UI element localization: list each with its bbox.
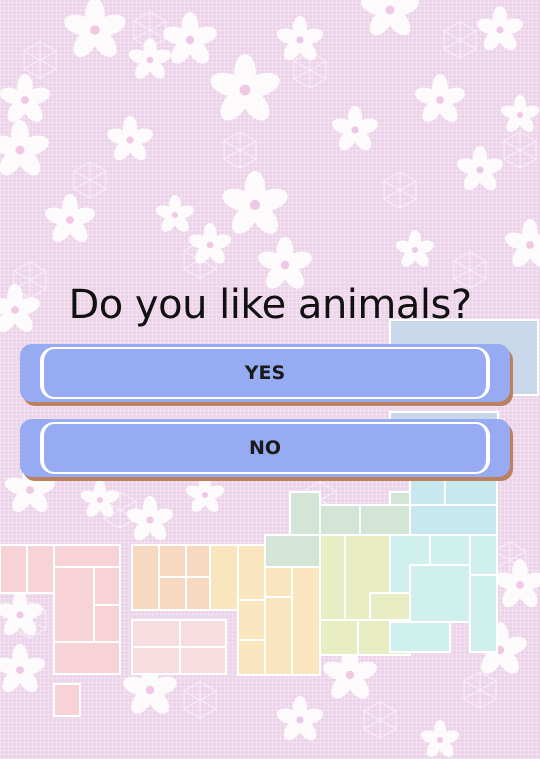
no-button-label: NO (248, 437, 282, 459)
no-button[interactable]: NO (20, 419, 510, 477)
question-text: Do you like animals? (68, 282, 472, 328)
yes-button[interactable]: YES (20, 344, 510, 402)
yes-button-label: YES (244, 362, 286, 384)
